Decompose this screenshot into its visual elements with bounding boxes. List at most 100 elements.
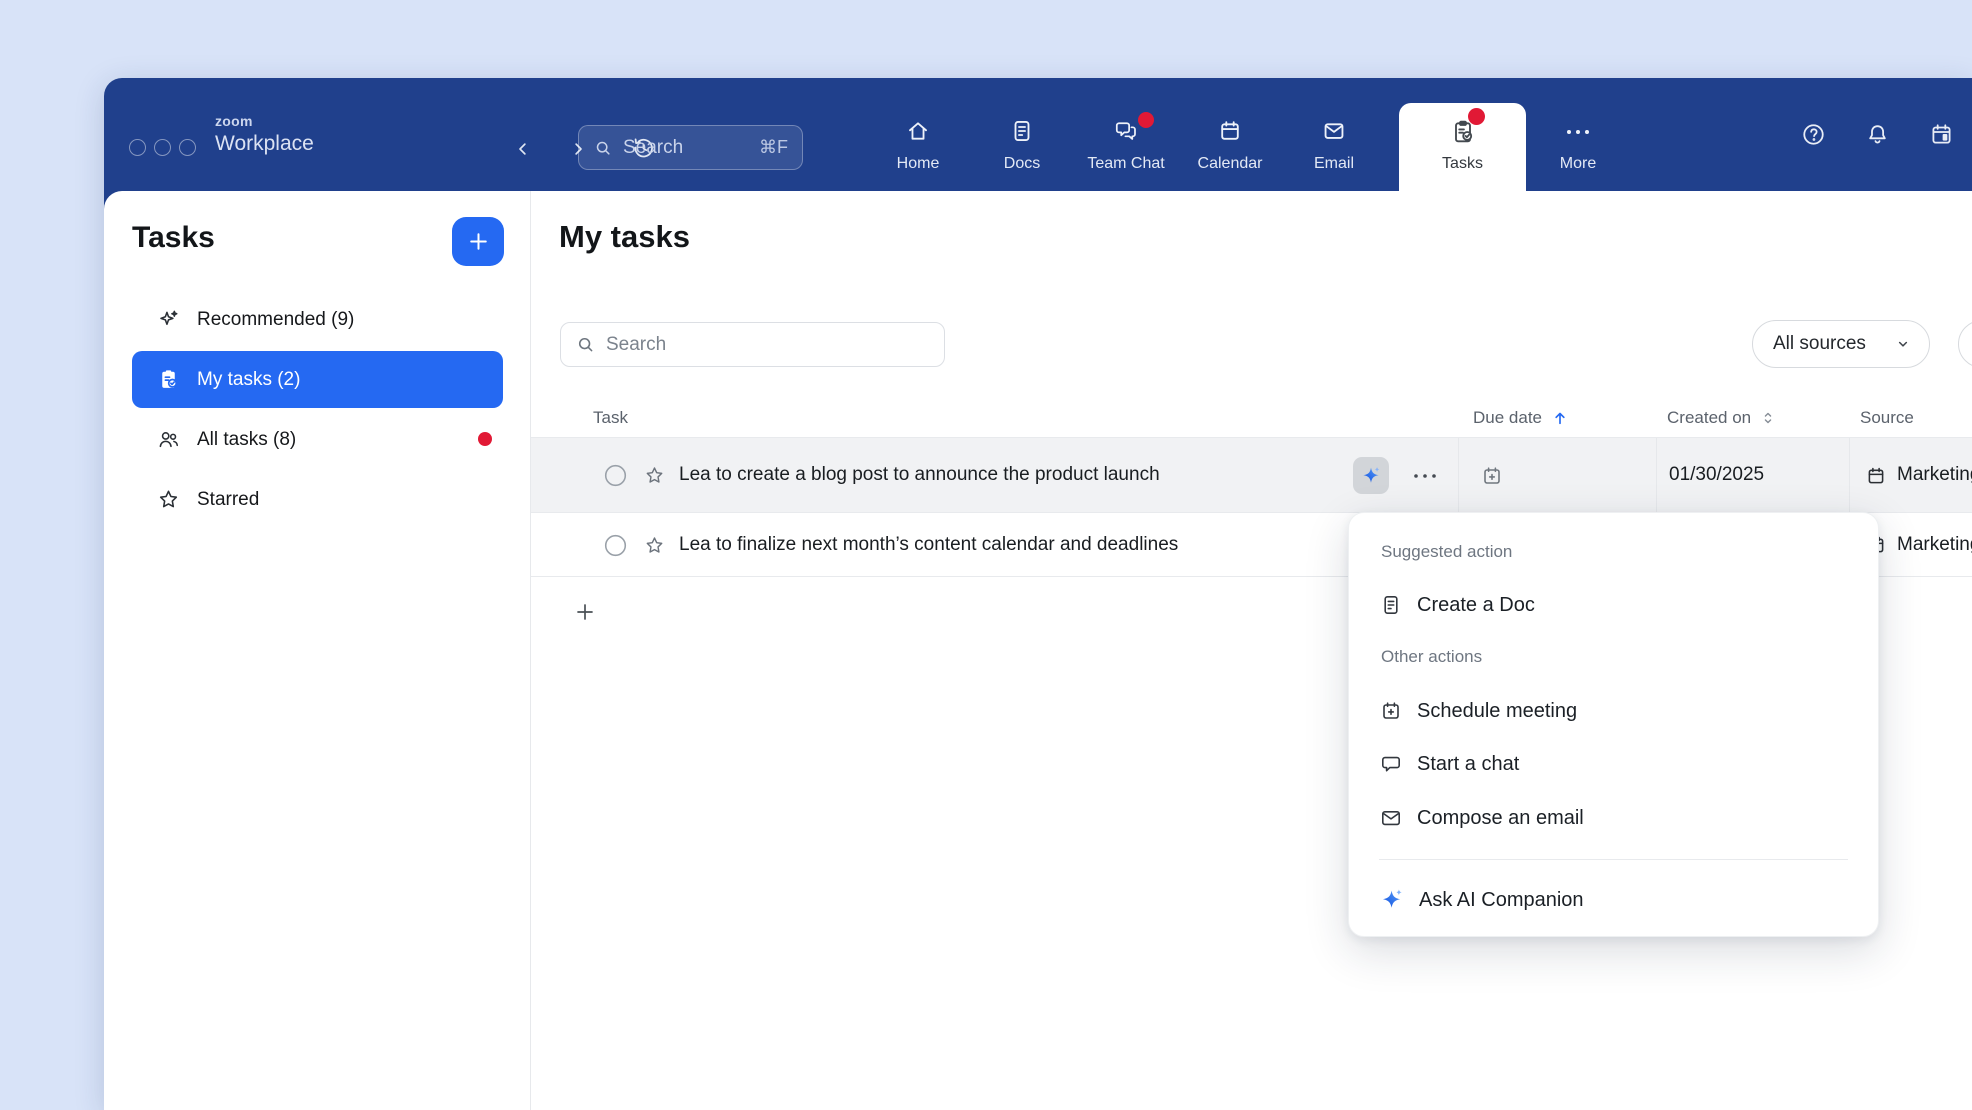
column-due-date[interactable]: Due date: [1473, 397, 1570, 438]
brand-workplace: Workplace: [215, 133, 314, 154]
tasks-search[interactable]: [560, 322, 945, 367]
chevron-down-icon: [1893, 334, 1913, 354]
menu-item-compose-email[interactable]: Compose an email: [1349, 796, 1878, 840]
add-task-plus-icon: [573, 600, 597, 624]
brand-logo: zoom Workplace: [215, 114, 314, 154]
star-icon[interactable]: [643, 534, 666, 557]
nav-docs[interactable]: Docs: [970, 78, 1074, 191]
nav-team-chat-label: Team Chat: [1087, 155, 1164, 173]
help-icon[interactable]: [1800, 121, 1827, 148]
nav-team-chat[interactable]: Team Chat: [1074, 78, 1178, 191]
clipboard-check-icon: [156, 367, 181, 392]
sources-filter-label: All sources: [1773, 333, 1866, 355]
menu-item-start-chat[interactable]: Start a chat: [1349, 742, 1878, 786]
search-shortcut: ⌘F: [759, 137, 788, 158]
add-due-date-icon[interactable]: [1480, 464, 1504, 488]
other-actions-label: Other actions: [1381, 647, 1482, 667]
nav-tasks-label: Tasks: [1442, 155, 1483, 173]
notifications-bell-icon[interactable]: [1864, 121, 1891, 148]
nav-calendar[interactable]: Calendar: [1178, 78, 1282, 191]
ai-companion-button[interactable]: [1353, 457, 1389, 494]
app-body: Tasks Recommended (9): [104, 191, 1972, 1110]
nav-email[interactable]: Email: [1282, 78, 1386, 191]
column-created-on[interactable]: Created on: [1667, 397, 1777, 438]
menu-item-label: Ask AI Companion: [1419, 889, 1584, 912]
window-close-button[interactable]: [129, 139, 146, 156]
more-icon: [1565, 118, 1591, 137]
tasks-sidebar: Tasks Recommended (9): [104, 191, 531, 1110]
docs-icon: [1009, 118, 1035, 144]
ai-sparkle-icon: [1360, 465, 1382, 487]
star-icon[interactable]: [643, 464, 666, 487]
nav-more-label: More: [1560, 155, 1596, 173]
team-chat-badge: [1138, 112, 1154, 128]
ai-actions-menu: Suggested action Create a Doc Other acti…: [1348, 512, 1879, 937]
task-title[interactable]: Lea to finalize next month’s content cal…: [679, 534, 1178, 556]
calendar-plus-icon: [1379, 699, 1403, 723]
team-chat-icon: [1113, 118, 1139, 144]
table-header: Task Due date Created on Source: [531, 397, 1972, 438]
sidebar-item-recommended[interactable]: Recommended (9): [132, 291, 503, 348]
sidebar-title: Tasks: [132, 221, 215, 255]
sidebar-item-starred[interactable]: Starred: [132, 471, 503, 528]
task-checkbox[interactable]: [603, 533, 628, 558]
column-source[interactable]: Source: [1860, 397, 1914, 438]
new-task-button[interactable]: [452, 217, 504, 266]
nav-home[interactable]: Home: [866, 78, 970, 191]
menu-item-schedule-meeting[interactable]: Schedule meeting: [1349, 689, 1878, 733]
menu-item-create-doc[interactable]: Create a Doc: [1349, 583, 1878, 627]
clipped-filter-button[interactable]: [1958, 320, 1972, 368]
plus-icon: [466, 229, 491, 254]
sources-filter-button[interactable]: All sources: [1752, 320, 1930, 368]
task-title[interactable]: Lea to create a blog post to announce th…: [679, 464, 1160, 486]
zoom-workplace-window: zoom Workplace Search ⌘F: [104, 78, 1972, 1110]
nav-docs-label: Docs: [1004, 155, 1040, 173]
sidebar-item-my-tasks[interactable]: My tasks (2): [132, 351, 503, 408]
tasks-badge: [1468, 108, 1485, 125]
email-icon: [1321, 118, 1347, 144]
global-search-placeholder: Search: [623, 137, 683, 159]
sort-chevrons-icon: [1759, 409, 1777, 427]
tasks-search-input[interactable]: [606, 334, 930, 356]
top-bar: zoom Workplace Search ⌘F: [104, 78, 1972, 191]
screen: zoom Workplace Search ⌘F: [0, 0, 1972, 1110]
nav-tasks-active-tab[interactable]: Tasks: [1399, 103, 1526, 191]
nav-calendar-label: Calendar: [1198, 155, 1263, 173]
brand-zoom: zoom: [215, 114, 314, 128]
global-search[interactable]: Search ⌘F: [578, 125, 803, 170]
sidebar-item-label: Starred: [197, 489, 259, 511]
menu-divider: [1379, 859, 1848, 860]
chat-bubble-icon: [1379, 752, 1403, 776]
window-controls: [129, 139, 196, 156]
row-more-icon[interactable]: [1411, 471, 1439, 481]
task-source: Marketing: [1897, 464, 1972, 486]
nav-more[interactable]: More: [1526, 78, 1630, 191]
home-icon: [905, 118, 931, 144]
menu-item-label: Start a chat: [1417, 753, 1519, 776]
star-icon: [156, 487, 181, 512]
sidebar-item-all-tasks[interactable]: All tasks (8): [132, 411, 503, 468]
column-task[interactable]: Task: [593, 397, 628, 438]
all-tasks-badge: [478, 432, 492, 446]
schedule-calendar-icon[interactable]: [1928, 121, 1955, 148]
menu-item-label: Compose an email: [1417, 807, 1584, 830]
task-created-on: 01/30/2025: [1669, 464, 1764, 486]
menu-item-label: Schedule meeting: [1417, 700, 1577, 723]
task-row-1[interactable]: Lea to create a blog post to announce th…: [531, 438, 1972, 513]
sort-ascending-icon: [1550, 408, 1570, 428]
window-minimize-button[interactable]: [154, 139, 171, 156]
back-icon[interactable]: [514, 140, 532, 158]
sidebar-item-label: My tasks (2): [197, 369, 300, 391]
sidebar-items: Recommended (9) My tasks (2): [132, 291, 503, 531]
task-source: Marketing: [1897, 534, 1972, 556]
sidebar-item-label: All tasks (8): [197, 429, 296, 451]
window-zoom-button[interactable]: [179, 139, 196, 156]
sparkle-icon: [156, 307, 181, 332]
top-nav: Home Docs Team Chat: [866, 78, 1630, 191]
source-calendar-icon: [1865, 465, 1887, 487]
task-checkbox[interactable]: [603, 463, 628, 488]
page-title: My tasks: [559, 219, 690, 255]
sidebar-item-label: Recommended (9): [197, 309, 354, 331]
menu-item-label: Create a Doc: [1417, 594, 1535, 617]
menu-item-ask-ai-companion[interactable]: Ask AI Companion: [1349, 878, 1878, 922]
